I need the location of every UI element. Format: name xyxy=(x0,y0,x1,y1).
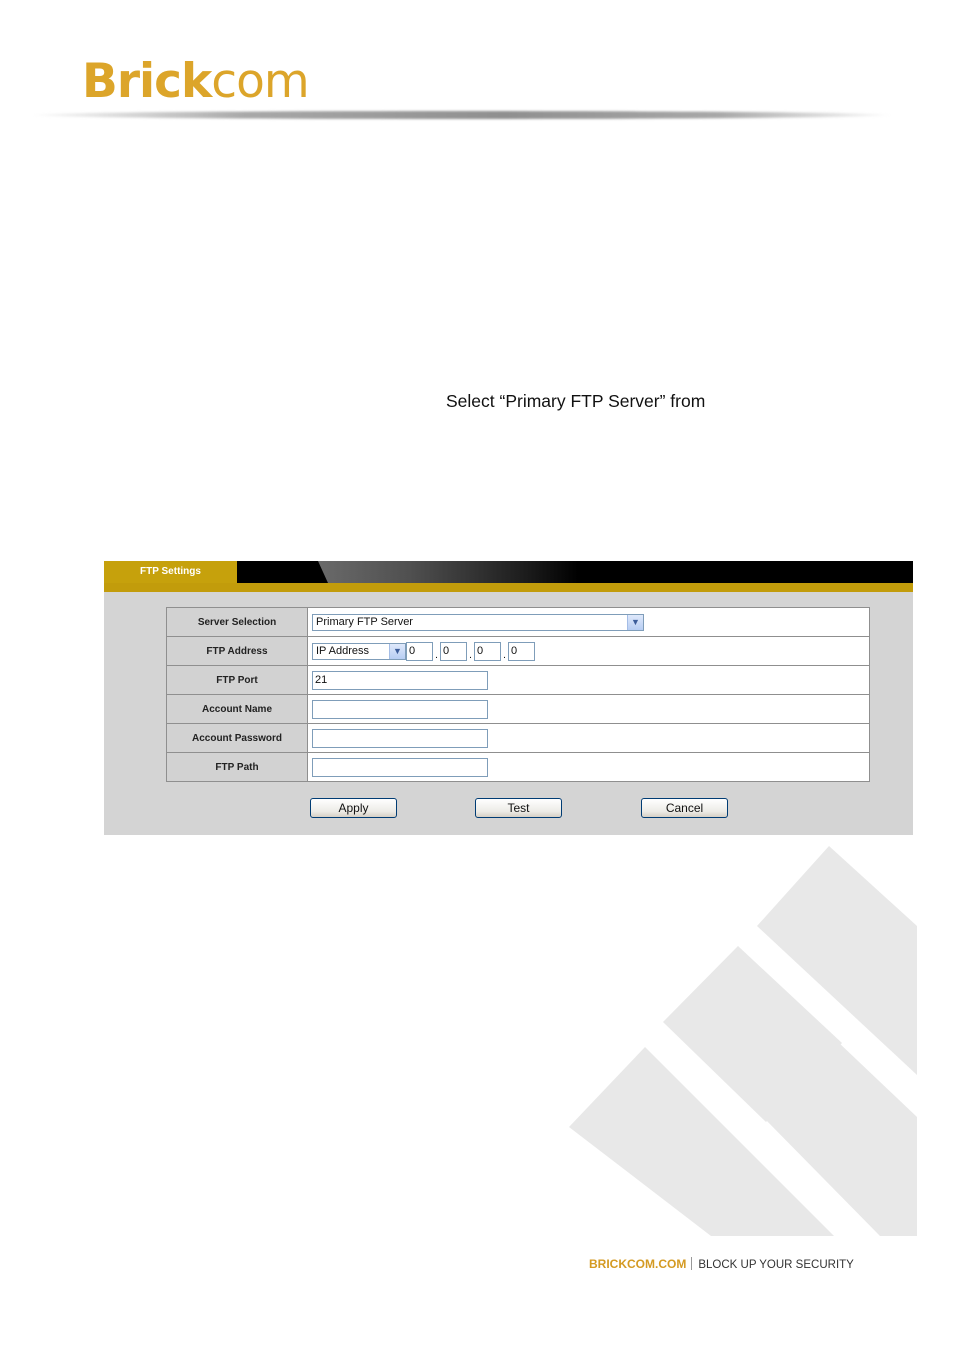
tab-ftp-settings[interactable]: FTP Settings xyxy=(104,561,237,583)
ftp-path-label: FTP Path xyxy=(166,752,308,782)
ftp-address-cell: IP Address ▼ 0.0.0.0 xyxy=(307,636,870,666)
server-selection-value: Primary FTP Server xyxy=(316,616,413,628)
footer-divider xyxy=(691,1257,693,1270)
table-row: Account Password xyxy=(166,723,870,753)
chevron-down-icon[interactable]: ▼ xyxy=(627,614,643,630)
tab-bar-gradient xyxy=(318,561,578,583)
server-selection-cell: Primary FTP Server ▼ xyxy=(307,607,870,637)
logo-bold-text: Brick xyxy=(82,54,212,109)
footer-brand: BRICKCOM.COM xyxy=(589,1257,687,1271)
table-row: FTP Address IP Address ▼ 0.0.0.0 xyxy=(166,636,870,666)
ip-dot-separator: . xyxy=(503,649,506,661)
account-password-label: Account Password xyxy=(166,723,308,753)
footer: BRICKCOM.COM BLOCK UP YOUR SECURITY xyxy=(589,1257,854,1271)
address-type-value: IP Address xyxy=(316,645,369,657)
account-name-input[interactable] xyxy=(312,699,488,719)
ip-dot-separator: . xyxy=(435,649,438,661)
tab-underline-bar xyxy=(104,583,913,592)
table-row: FTP Port 21 xyxy=(166,665,870,695)
table-row: FTP Path xyxy=(166,752,870,782)
account-name-label: Account Name xyxy=(166,694,308,724)
brickcom-logo: Brickcom xyxy=(82,54,310,109)
ftp-settings-form: Server Selection Primary FTP Server ▼ FT… xyxy=(166,607,870,782)
logo-light-text: com xyxy=(211,54,309,109)
server-selection-label: Server Selection xyxy=(166,607,308,637)
brick-decoration-graphic xyxy=(569,846,917,1236)
ftp-path-cell xyxy=(307,752,870,782)
ftp-path-input[interactable] xyxy=(312,757,488,777)
ftp-port-input[interactable]: 21 xyxy=(312,670,488,690)
cancel-button[interactable]: Cancel xyxy=(641,798,728,818)
account-name-cell xyxy=(307,694,870,724)
ip-octet-1-input[interactable]: 0 xyxy=(406,641,433,661)
apply-button[interactable]: Apply xyxy=(310,798,397,818)
ip-octet-4-input[interactable]: 0 xyxy=(508,641,535,661)
table-row: Server Selection Primary FTP Server ▼ xyxy=(166,607,870,637)
ftp-port-cell: 21 xyxy=(307,665,870,695)
address-type-dropdown[interactable]: IP Address ▼ xyxy=(312,642,406,660)
ip-dot-separator: . xyxy=(469,649,472,661)
header-divider xyxy=(30,111,892,119)
ftp-address-label: FTP Address xyxy=(166,636,308,666)
ftp-settings-panel: FTP Settings Server Selection Primary FT… xyxy=(104,561,913,835)
ip-octet-2-input[interactable]: 0 xyxy=(440,641,467,661)
instruction-text: Select “Primary FTP Server” from xyxy=(446,391,706,411)
table-row: Account Name xyxy=(166,694,870,724)
server-selection-dropdown[interactable]: Primary FTP Server ▼ xyxy=(312,613,644,631)
tab-bar: FTP Settings xyxy=(104,561,913,583)
chevron-down-icon[interactable]: ▼ xyxy=(389,643,405,659)
test-button[interactable]: Test xyxy=(475,798,562,818)
ftp-port-label: FTP Port xyxy=(166,665,308,695)
ip-octet-3-input[interactable]: 0 xyxy=(474,641,501,661)
account-password-cell xyxy=(307,723,870,753)
footer-tagline: BLOCK UP YOUR SECURITY xyxy=(698,1259,854,1271)
account-password-input[interactable] xyxy=(312,728,488,748)
